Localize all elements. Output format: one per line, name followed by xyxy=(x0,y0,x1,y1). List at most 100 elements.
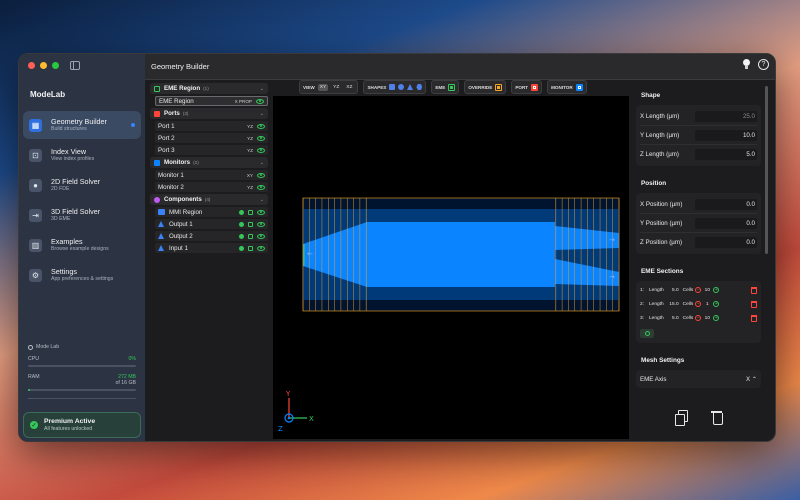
port-1-arrow: ← xyxy=(307,250,313,258)
group-components[interactable]: Components (4) ⌄ xyxy=(150,194,268,205)
view-yz-button[interactable]: YZ xyxy=(331,84,341,91)
duplicate-icon[interactable] xyxy=(675,410,689,426)
tree-item-port-3[interactable]: Port 3 YZ xyxy=(155,145,268,155)
section-index: 3: xyxy=(640,315,645,321)
position-card: X Position (µm) 0.0 Y Position (µm) 0.0 … xyxy=(636,193,761,254)
eye-icon[interactable] xyxy=(257,184,265,190)
x-position-input[interactable]: 0.0 xyxy=(695,198,757,210)
plus-icon[interactable]: + xyxy=(713,287,720,293)
circle-icon: ● xyxy=(29,178,42,192)
eme-axis-select[interactable]: X ⌃ xyxy=(746,376,757,383)
lock-icon[interactable] xyxy=(248,209,253,215)
polygon-shape-button[interactable] xyxy=(416,84,423,90)
y-length-input[interactable]: 10.0 xyxy=(695,129,757,141)
eme-axis-row: EME Axis X ⌃ xyxy=(640,372,757,386)
eme-tool[interactable]: EME xyxy=(431,80,460,94)
tree-item-monitor-2[interactable]: Monitor 2 YZ xyxy=(155,182,268,192)
eye-icon[interactable] xyxy=(257,172,265,178)
chevron-down-icon[interactable]: ⌄ xyxy=(260,197,264,203)
lock-icon[interactable] xyxy=(248,245,253,251)
window-controls xyxy=(28,62,59,69)
minus-icon[interactable]: − xyxy=(695,315,702,321)
component-group-icon xyxy=(154,196,160,203)
chevron-down-icon[interactable]: ⌄ xyxy=(260,111,264,117)
active-indicator xyxy=(131,123,135,127)
sidebar-item-examples[interactable]: ▥ Examples Browse example designs xyxy=(23,231,141,259)
eye-icon[interactable] xyxy=(257,245,265,251)
view-xz-button[interactable]: XZ xyxy=(344,84,354,91)
close-button[interactable] xyxy=(28,62,35,69)
help-icon[interactable]: ? xyxy=(758,59,769,70)
trash-icon[interactable] xyxy=(751,314,757,322)
chevron-down-icon[interactable]: ⌄ xyxy=(260,86,264,92)
z-length-input[interactable]: 5.0 xyxy=(695,149,757,160)
sidebar-item-3d-field-solver[interactable]: ⇥ 3D Field Solver 3D EME xyxy=(23,201,141,229)
port-tool[interactable]: PORT xyxy=(511,80,543,94)
properties-panel: Shape X Length (µm) 25.0 Y Length (µm) 1… xyxy=(634,84,763,439)
group-ports[interactable]: Ports (3) ⌄ xyxy=(150,108,268,119)
material-icon[interactable] xyxy=(239,209,244,215)
sidebar-item-2d-field-solver[interactable]: ● 2D Field Solver 2D FDE xyxy=(23,171,141,199)
monitor-tool[interactable]: MONITOR xyxy=(547,80,587,94)
z-position-row: Z Position (µm) 0.0 xyxy=(640,233,757,252)
chevron-down-icon[interactable]: ⌄ xyxy=(260,160,264,166)
tree-item-port-1[interactable]: Port 1 YZ xyxy=(155,121,268,131)
trash-icon[interactable] xyxy=(710,410,724,426)
eye-icon[interactable] xyxy=(257,233,265,239)
material-icon[interactable] xyxy=(239,233,244,239)
minus-icon[interactable]: − xyxy=(695,287,702,293)
z-position-input[interactable]: 0.0 xyxy=(695,237,757,248)
eye-icon[interactable] xyxy=(257,135,265,141)
material-icon[interactable] xyxy=(239,245,244,251)
tree-item-output-2[interactable]: Output 2 xyxy=(155,231,268,241)
eye-icon[interactable] xyxy=(257,221,265,227)
eye-icon[interactable] xyxy=(257,147,265,153)
eye-icon[interactable] xyxy=(257,209,265,215)
trash-icon[interactable] xyxy=(751,300,757,308)
properties-scrollbar[interactable] xyxy=(765,86,768,254)
override-tool[interactable]: OVERRIDE xyxy=(464,80,507,94)
eme-sections-title: EME Sections xyxy=(641,268,684,275)
sidebar-item-index-view[interactable]: ⊡ Index View View index profiles xyxy=(23,141,141,169)
trash-icon[interactable] xyxy=(751,286,757,294)
lightbulb-icon[interactable] xyxy=(742,59,751,70)
x-length-input[interactable]: 25.0 xyxy=(695,110,757,122)
rectangle-shape-button[interactable] xyxy=(389,84,396,90)
group-monitors[interactable]: Monitors (2) ⌄ xyxy=(150,157,268,168)
geometry-canvas[interactable]: ← → → Y X Z xyxy=(273,96,629,439)
zoom-button[interactable] xyxy=(52,62,59,69)
triangle-shape-button[interactable] xyxy=(407,84,414,90)
tree-item-label: Output 2 xyxy=(169,232,193,240)
eye-icon[interactable] xyxy=(256,98,264,104)
sidebar-item-geometry-builder[interactable]: ▦ Geometry Builder Build structures xyxy=(23,111,141,139)
lock-icon[interactable] xyxy=(248,221,253,227)
tree-item-monitor-1[interactable]: Monitor 1 XY xyxy=(155,170,268,180)
eye-icon[interactable] xyxy=(257,123,265,129)
plus-icon[interactable]: + xyxy=(713,301,720,307)
circle-shape-button[interactable] xyxy=(398,84,405,90)
group-eme-region[interactable]: EME Region (1) ⌄ xyxy=(150,83,268,94)
mmi-region-shape[interactable] xyxy=(367,222,555,287)
tree-item-mmi-region[interactable]: MMI Region xyxy=(155,207,268,217)
add-section-button[interactable] xyxy=(640,329,654,338)
section-length-input[interactable]: 5.0 xyxy=(667,316,679,321)
geometry-svg[interactable]: ← → → Y X Z xyxy=(273,96,629,439)
y-position-input[interactable]: 0.0 xyxy=(695,217,757,229)
tree-item-input-1[interactable]: Input 1 xyxy=(155,243,268,253)
premium-badge[interactable]: ✓ Premium Active All features unlocked xyxy=(23,412,141,438)
sidebar-toggle-icon[interactable] xyxy=(70,61,80,70)
plus-icon[interactable]: + xyxy=(713,315,720,321)
cpu-value: 0% xyxy=(128,356,137,362)
tree-item-port-2[interactable]: Port 2 YZ xyxy=(155,133,268,143)
material-icon[interactable] xyxy=(239,221,244,227)
minimize-button[interactable] xyxy=(40,62,47,69)
minus-icon[interactable]: − xyxy=(695,301,702,307)
tree-item-eme-region[interactable]: EME Region X PROP xyxy=(155,96,268,106)
sidebar-item-settings[interactable]: ⚙ Settings App preferences & settings xyxy=(23,261,141,289)
section-length-input[interactable]: 15.0 xyxy=(667,302,678,307)
tree-item-output-1[interactable]: Output 1 xyxy=(155,219,268,229)
view-xy-button[interactable]: XY xyxy=(317,83,329,91)
section-length-input[interactable]: 5.0 xyxy=(667,288,679,293)
eme-add-icon xyxy=(448,83,456,91)
lock-icon[interactable] xyxy=(248,233,253,239)
